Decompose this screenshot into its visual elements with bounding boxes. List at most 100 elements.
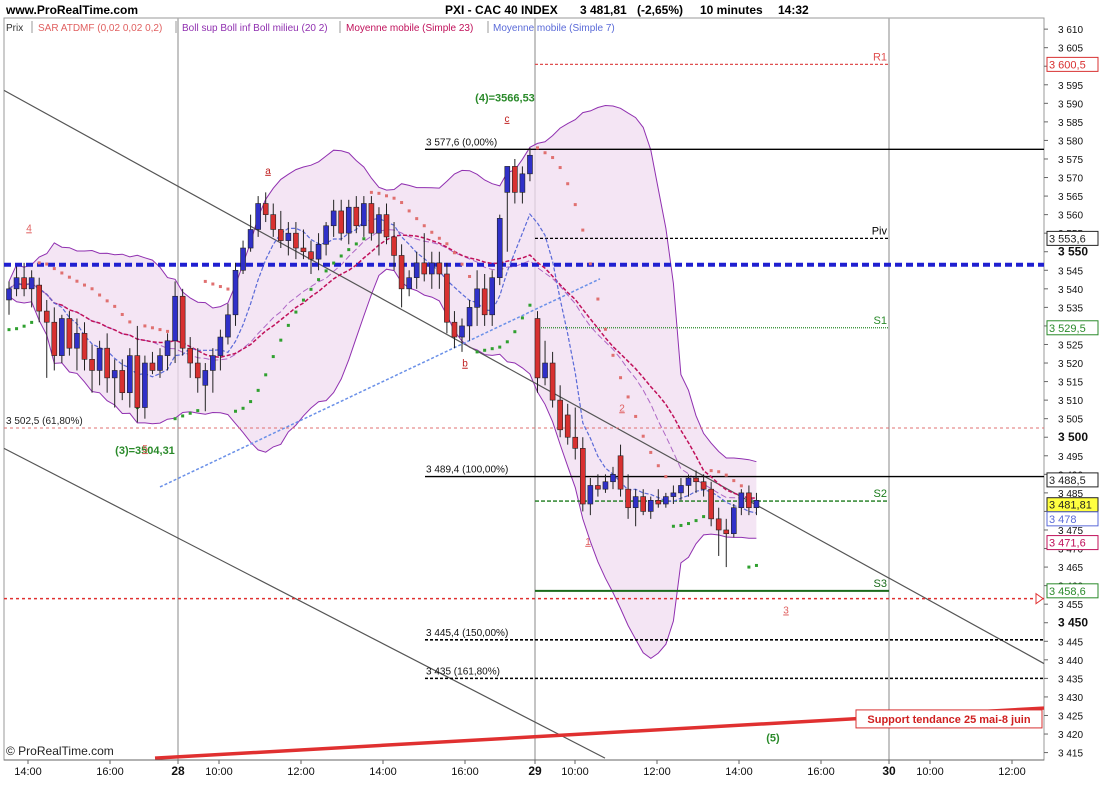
sar-dot xyxy=(619,376,623,380)
candle-body xyxy=(81,333,88,360)
sar-dot xyxy=(656,464,660,468)
candle-body xyxy=(700,481,707,490)
candle-body xyxy=(187,347,193,364)
y-tick-label: 3 560 xyxy=(1058,211,1083,222)
candle-body xyxy=(504,166,511,193)
candle-body xyxy=(481,288,488,316)
candle-body xyxy=(330,210,337,227)
candle-body xyxy=(670,492,677,497)
price-tag-label: 3 481,81 xyxy=(1049,500,1092,512)
x-tick-label: 16:00 xyxy=(96,766,124,778)
candle-body xyxy=(655,499,662,505)
sar-dot xyxy=(505,340,509,344)
candle-body xyxy=(685,477,692,486)
sar-dot xyxy=(30,320,34,324)
pivot-label-s3: S3 xyxy=(874,578,887,590)
candle-body xyxy=(444,273,450,323)
sar-dot xyxy=(739,484,743,488)
sar-dot xyxy=(603,327,607,331)
candle xyxy=(59,314,65,364)
sar-dot xyxy=(203,279,207,283)
sar-dot xyxy=(422,224,426,228)
x-tick-label: 28 xyxy=(171,764,185,778)
y-tick-label: 3 565 xyxy=(1058,192,1083,203)
sar-dot xyxy=(528,303,532,307)
candle-body xyxy=(51,321,58,356)
candle-body xyxy=(466,307,473,327)
candle-body xyxy=(149,362,156,371)
candle-body xyxy=(277,229,284,241)
sar-dot xyxy=(150,326,154,330)
sar-dot xyxy=(52,267,56,271)
sar-dot xyxy=(60,271,64,275)
sar-dot xyxy=(113,304,117,308)
candle-body xyxy=(315,244,322,260)
sar-dot xyxy=(483,348,487,352)
y-tick-label: 3 420 xyxy=(1058,730,1083,741)
sar-dot xyxy=(498,345,502,349)
sar-dot xyxy=(664,475,668,479)
x-tick-label: 30 xyxy=(882,764,896,778)
sar-dot xyxy=(611,353,615,357)
candle-body xyxy=(383,214,390,238)
y-tick-label: 3 435 xyxy=(1058,674,1083,685)
candle-body xyxy=(338,210,345,234)
sar-dot xyxy=(128,320,132,324)
sar-dot xyxy=(626,395,630,399)
candle-body xyxy=(262,203,269,215)
site-name: www.ProRealTime.com xyxy=(5,3,138,17)
candle-body xyxy=(66,318,73,349)
candle xyxy=(730,504,737,538)
candle-body xyxy=(111,370,118,379)
sar-dot xyxy=(324,269,328,273)
candle-body xyxy=(428,262,435,275)
price-tag: 3 529,5 xyxy=(1046,320,1099,336)
candle-body xyxy=(587,485,594,505)
instrument-title: PXI - CAC 40 INDEX xyxy=(445,3,558,17)
price-chart: 3 502,5 (61,80%) R1 Piv S1 S2 S3 3 577,6 (0,00… xyxy=(0,0,1100,800)
price-tag-label: 3 553,6 xyxy=(1049,233,1086,245)
y-tick-label: 3 545 xyxy=(1058,266,1083,277)
candle-body xyxy=(194,362,201,379)
candle-body xyxy=(753,499,760,509)
y-tick-label: 3 515 xyxy=(1058,378,1083,389)
pivot-label-r1: R1 xyxy=(873,51,887,63)
sar-dot xyxy=(22,324,26,328)
candle-body xyxy=(730,507,737,534)
sar-dot xyxy=(754,563,758,567)
candle-body xyxy=(247,229,254,249)
sar-dot xyxy=(98,293,102,297)
candle-body xyxy=(232,269,239,316)
y-tick-label: 3 425 xyxy=(1058,711,1083,722)
sar-dot xyxy=(717,470,721,474)
fib-level-label: 3 445,4 (150,00%) xyxy=(426,628,508,639)
candle-body xyxy=(157,355,163,371)
sar-dot xyxy=(226,287,230,291)
candle-body xyxy=(406,277,412,290)
sar-dot xyxy=(264,373,268,377)
sar-dot xyxy=(67,275,71,279)
candle-body xyxy=(6,288,12,301)
wave-annotation: c xyxy=(505,114,510,125)
price-tag: 3 600,5 xyxy=(1046,56,1099,72)
trend-label-box: Support tendance 25 mai-8 juin xyxy=(855,709,1043,729)
sar-dot xyxy=(105,299,109,303)
sar-dot xyxy=(671,524,675,528)
y-tick-label: 3 605 xyxy=(1058,44,1083,55)
sar-dot xyxy=(475,350,479,354)
candle-body xyxy=(595,485,601,490)
sar-dot xyxy=(551,156,555,160)
y-tick-label: 3 495 xyxy=(1058,452,1083,463)
sar-dot xyxy=(7,328,11,332)
candle-body xyxy=(678,485,684,494)
x-tick-label: 14:00 xyxy=(14,766,42,778)
pivot-label-piv: Piv xyxy=(872,225,888,237)
y-tick-label: 3 505 xyxy=(1058,415,1083,426)
candle-body xyxy=(519,173,526,193)
sar-dot xyxy=(581,228,585,232)
candle-body xyxy=(255,203,261,230)
candle-body xyxy=(104,347,110,379)
sar-dot xyxy=(649,450,653,454)
sar-dot xyxy=(460,262,464,266)
candle-body xyxy=(738,492,745,509)
